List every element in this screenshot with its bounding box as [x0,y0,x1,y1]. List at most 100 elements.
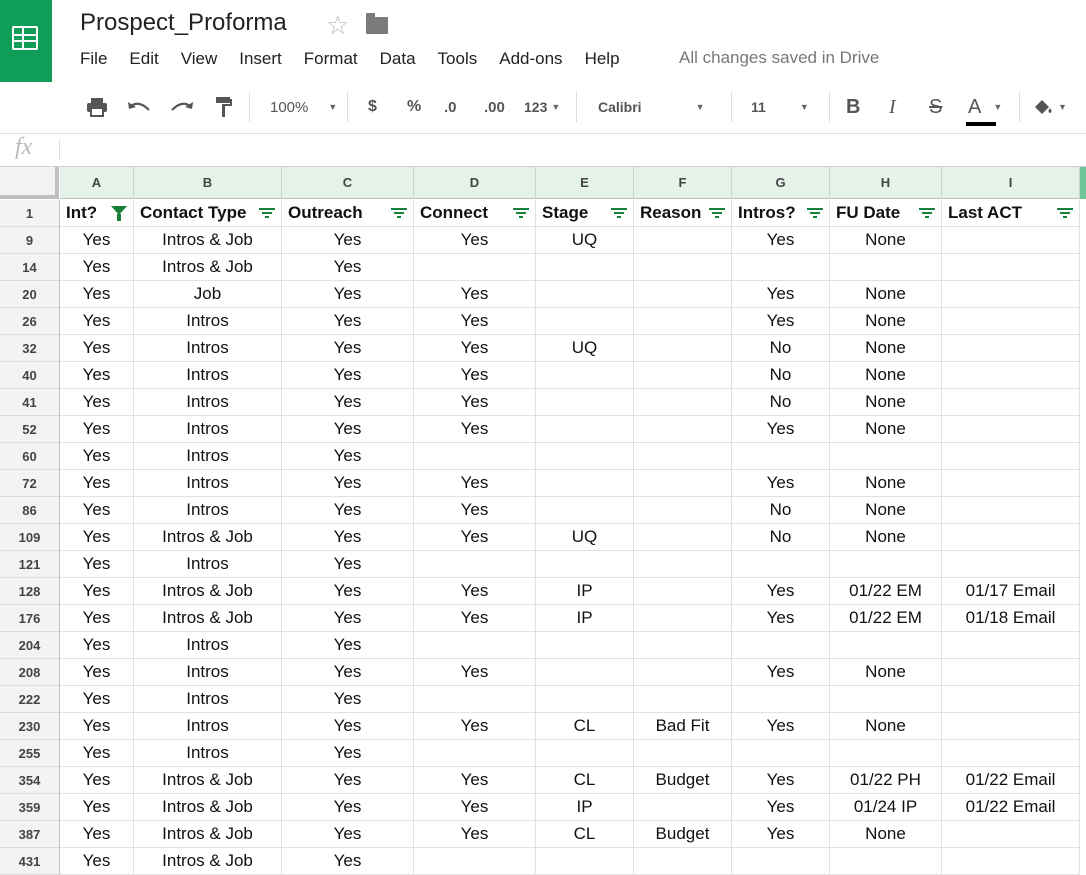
cell[interactable]: Yes [282,740,414,767]
cell[interactable] [634,848,732,875]
document-title[interactable]: Prospect_Proforma [80,9,287,37]
cell[interactable]: None [830,821,942,848]
header-cell[interactable]: Intros? [732,200,830,227]
cell[interactable]: Budget [634,767,732,794]
print-icon[interactable] [86,82,108,132]
cell[interactable]: Yes [414,659,536,686]
cell[interactable] [536,254,634,281]
cell[interactable]: Yes [732,605,830,632]
cell[interactable]: Yes [60,281,134,308]
undo-icon[interactable] [127,82,151,132]
cell[interactable] [942,443,1080,470]
cell[interactable]: CL [536,713,634,740]
font-size-select[interactable]: 11 ▼ [751,82,809,132]
cell[interactable]: Yes [414,362,536,389]
cell[interactable]: Yes [282,659,414,686]
cell[interactable]: Intros [134,497,282,524]
cell[interactable]: Yes [60,551,134,578]
cell[interactable]: None [830,659,942,686]
decrease-decimal-button[interactable]: .0 [444,82,457,132]
percent-format-button[interactable]: % [407,82,421,132]
cell[interactable] [942,659,1080,686]
cell[interactable] [414,848,536,875]
sheets-logo[interactable] [0,0,52,82]
cell[interactable]: Intros [134,470,282,497]
cell[interactable]: Yes [282,794,414,821]
cell[interactable]: Yes [60,470,134,497]
cell[interactable] [732,443,830,470]
cell[interactable] [634,335,732,362]
cell[interactable] [536,470,634,497]
menu-insert[interactable]: Insert [239,49,282,69]
filter-icon[interactable] [807,208,823,220]
cell[interactable] [830,632,942,659]
header-cell[interactable]: FU Date [830,200,942,227]
cell[interactable]: Yes [282,416,414,443]
cell[interactable] [536,362,634,389]
cell[interactable] [414,632,536,659]
cell[interactable]: No [732,497,830,524]
row-header[interactable]: 1 [0,200,60,227]
cell[interactable]: Intros [134,659,282,686]
cell[interactable] [536,659,634,686]
cell[interactable] [830,686,942,713]
row-header[interactable]: 20 [0,281,60,308]
cell[interactable]: Yes [732,767,830,794]
cell[interactable]: Yes [282,389,414,416]
cell[interactable]: Yes [414,389,536,416]
text-color-button[interactable]: A ▼ [966,82,1002,132]
cell[interactable]: 01/22 EM [830,605,942,632]
cell[interactable]: 01/22 EM [830,578,942,605]
cell[interactable] [634,227,732,254]
cell[interactable]: Yes [60,794,134,821]
filter-icon[interactable] [513,208,529,220]
cell[interactable] [942,389,1080,416]
cell[interactable]: Budget [634,821,732,848]
cell[interactable] [942,362,1080,389]
cell[interactable]: IP [536,605,634,632]
cell[interactable]: Yes [414,821,536,848]
column-header-c[interactable]: C [282,167,414,199]
cell[interactable]: None [830,335,942,362]
cell[interactable]: IP [536,578,634,605]
cell[interactable]: None [830,281,942,308]
column-header-e[interactable]: E [536,167,634,199]
cell[interactable]: UQ [536,227,634,254]
row-header[interactable]: 40 [0,362,60,389]
cell[interactable]: Yes [414,767,536,794]
cell[interactable] [634,281,732,308]
cell[interactable]: Yes [60,659,134,686]
cell[interactable] [942,470,1080,497]
cell[interactable] [634,659,732,686]
cell[interactable]: 01/22 PH [830,767,942,794]
cell[interactable] [414,686,536,713]
row-header[interactable]: 359 [0,794,60,821]
cell[interactable]: None [830,416,942,443]
row-header[interactable]: 52 [0,416,60,443]
cell[interactable] [732,254,830,281]
cell[interactable]: Intros & Job [134,605,282,632]
row-header[interactable]: 72 [0,470,60,497]
cell[interactable]: Yes [60,416,134,443]
column-header-f[interactable]: F [634,167,732,199]
cell[interactable]: Yes [282,713,414,740]
star-icon[interactable]: ☆ [326,10,349,41]
cell[interactable]: Yes [60,578,134,605]
cell[interactable]: None [830,362,942,389]
cell[interactable]: CL [536,821,634,848]
cell[interactable]: Intros [134,740,282,767]
row-header[interactable]: 14 [0,254,60,281]
cell[interactable]: No [732,524,830,551]
filter-icon[interactable] [391,208,407,220]
cell[interactable]: Yes [60,443,134,470]
cell[interactable] [942,308,1080,335]
cell[interactable] [830,551,942,578]
cell[interactable] [942,848,1080,875]
cell[interactable]: None [830,713,942,740]
filter-icon[interactable] [709,208,725,220]
cell[interactable]: 01/24 IP [830,794,942,821]
filter-icon[interactable] [611,208,627,220]
menu-view[interactable]: View [181,49,218,69]
cell[interactable]: Yes [60,713,134,740]
column-header-i[interactable]: I [942,167,1080,199]
